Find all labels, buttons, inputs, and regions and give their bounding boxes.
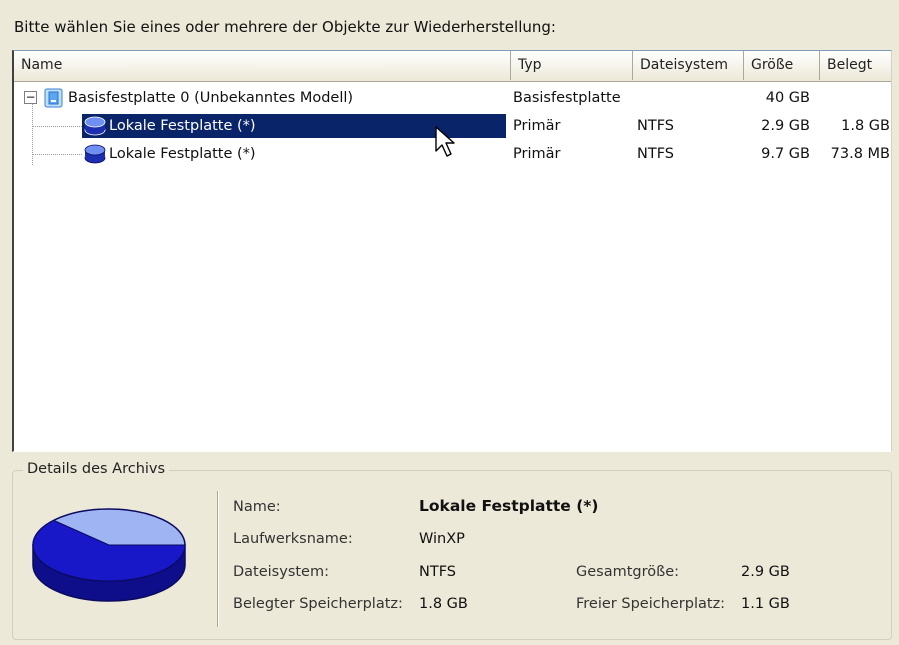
column-header-groesse[interactable]: Größe [744, 51, 820, 80]
details-separator [217, 491, 219, 627]
row-belegt [820, 84, 890, 112]
row-dateisystem: NTFS [637, 118, 674, 134]
column-header-belegt[interactable]: Belegt [820, 51, 891, 80]
detail-frei-label: Freier Speicherplatz: [576, 596, 726, 612]
archive-details-panel: Details des Archivs Name: Lokale Festpla… [12, 461, 892, 640]
row-groesse: 9.7 GB [761, 146, 810, 162]
column-header-name[interactable]: Name [14, 51, 511, 80]
row-groesse: 2.9 GB [761, 118, 810, 134]
column-header-typ[interactable]: Typ [511, 51, 633, 80]
details-legend: Details des Archivs [23, 461, 170, 477]
detail-laufwerk-label: Laufwerksname: [233, 531, 353, 547]
list-header: Name Typ Dateisystem Größe Belegt [14, 51, 891, 82]
row-groesse: 40 GB [765, 90, 810, 106]
column-header-dateisystem[interactable]: Dateisystem [633, 51, 744, 80]
partition-icon [84, 144, 106, 172]
table-row[interactable]: − Basisfestplatte 0 (Unbekanntes Modell)… [14, 84, 891, 112]
row-typ: Primär [513, 146, 561, 162]
row-name: Lokale Festplatte (*) [109, 146, 256, 162]
row-name: Basisfestplatte 0 (Unbekanntes Modell) [68, 90, 354, 106]
mouse-pointer-icon [435, 126, 455, 157]
tree-collapse-toggle[interactable]: − [24, 91, 37, 104]
row-name: Lokale Festplatte (*) [109, 118, 256, 134]
detail-name-value: Lokale Festplatte (*) [419, 497, 599, 515]
detail-gesamt-value: 2.9 GB [741, 564, 790, 580]
selection-prompt: Bitte wählen Sie eines oder mehrere der … [14, 18, 556, 36]
detail-fs-value: NTFS [419, 564, 456, 580]
detail-belegt-value: 1.8 GB [419, 596, 468, 612]
row-belegt: 1.8 GB [841, 118, 890, 134]
object-list[interactable]: Name Typ Dateisystem Größe Belegt − Basi… [12, 50, 892, 452]
detail-laufwerk-value: WinXP [419, 531, 465, 547]
disk-usage-pie-icon [32, 508, 186, 602]
detail-frei-value: 1.1 GB [741, 596, 790, 612]
row-dateisystem: NTFS [637, 146, 674, 162]
row-belegt: 73.8 MB [830, 146, 890, 162]
row-typ: Basisfestplatte [513, 90, 621, 106]
detail-belegt-label: Belegter Speicherplatz: [233, 596, 403, 612]
detail-gesamt-label: Gesamtgröße: [576, 564, 680, 580]
row-typ: Primär [513, 118, 561, 134]
detail-name-label: Name: [233, 499, 281, 515]
detail-fs-label: Dateisystem: [233, 564, 329, 580]
